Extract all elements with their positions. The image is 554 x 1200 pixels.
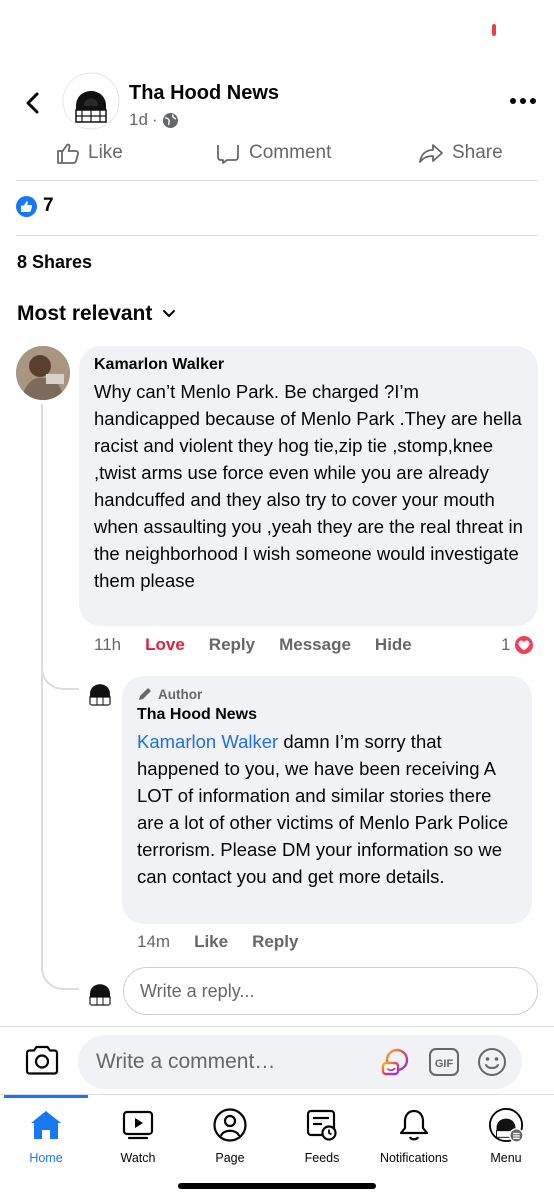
heart-icon [513,634,536,656]
menu-icon [488,1107,524,1143]
reaction-summary[interactable]: 7 [16,195,54,217]
post-header: Tha Hood News 1d · [0,70,554,140]
tab-label: Page [215,1151,245,1165]
camera-icon [25,1045,59,1075]
comment-label: Comment [249,142,332,163]
gif-icon[interactable]: GIF [428,1047,460,1077]
love-reaction-button[interactable]: Love [145,635,185,655]
reply-author[interactable]: Tha Hood News [137,706,517,724]
like-label: Like [88,142,123,163]
like-icon [57,143,80,164]
hooded-figure-logo [89,984,111,1006]
reply-actions: 14m Like Reply [137,932,322,952]
svg-text:GIF: GIF [435,1058,454,1070]
tab-watch[interactable]: Watch [92,1107,184,1165]
tab-label: Menu [490,1151,522,1165]
active-tab-indicator [4,1095,88,1098]
share-label: Share [452,142,503,163]
chevron-left-icon [26,92,39,114]
comment-button[interactable]: Comment [215,142,331,164]
tab-label: Feeds [304,1151,340,1165]
commenter-avatar[interactable] [16,346,70,400]
tab-menu[interactable]: Menu [460,1107,552,1165]
like-button[interactable]: Like [194,932,228,952]
divider [16,235,538,236]
tab-notifications[interactable]: Notifications [368,1107,460,1165]
share-count[interactable]: 8 Shares [17,252,92,273]
more-options-button[interactable] [508,90,538,112]
share-icon [419,144,443,163]
post-time: 1d [129,110,148,129]
watch-icon [120,1107,156,1143]
bell-icon [396,1107,432,1143]
comment-composer: Write a comment… GIF [0,1026,554,1094]
page-name[interactable]: Tha Hood News [129,82,279,105]
post-action-bar: Like Comment Share [0,140,554,180]
like-reaction-icon [16,195,37,217]
comment-actions: 11h Love Reply Message Hide [94,635,436,655]
meta-dot: · [151,110,158,129]
feeds-icon [304,1107,340,1143]
current-user-avatar [83,974,117,1008]
divider [16,180,538,181]
reply-body: damn I’m sorry that happened to you, we … [137,731,509,887]
emoji-icon[interactable] [476,1046,508,1078]
home-indicator[interactable] [178,1183,376,1189]
reaction-count: 7 [43,195,54,216]
comment-time[interactable]: 11h [94,635,121,655]
hooded-figure-logo [62,72,120,130]
camera-button[interactable] [24,1044,60,1076]
comment-reaction-count[interactable]: 1 [501,634,536,656]
tab-label: Notifications [379,1151,449,1165]
reply-time[interactable]: 14m [137,932,170,952]
status-indicator [492,24,496,36]
reply-bubble[interactable]: Author Tha Hood News Kamarlon Walker dam… [122,676,532,924]
globe-icon [162,112,178,128]
sort-label: Most relevant [17,302,153,325]
message-button[interactable]: Message [279,635,351,655]
comment-author[interactable]: Kamarlon Walker [94,356,523,374]
tab-page[interactable]: Page [184,1107,276,1165]
tab-home[interactable]: Home [0,1107,92,1165]
tab-label: Home [29,1151,63,1165]
page-icon [212,1107,248,1143]
like-button[interactable]: Like [56,142,123,164]
chevron-down-icon [163,310,176,318]
avatar-sticker-icon[interactable] [380,1046,412,1078]
reaction-number: 1 [501,635,511,654]
home-icon [28,1107,64,1143]
page-avatar[interactable] [62,72,120,130]
author-avatar[interactable] [83,674,117,708]
comment-bubble[interactable]: Kamarlon Walker Why can’t Menlo Park. Be… [79,346,538,626]
hide-button[interactable]: Hide [375,635,412,655]
reply-text: Kamarlon Walker damn I’m sorry that happ… [137,728,517,890]
composer-icons: GIF [380,1046,508,1078]
tab-label: Watch [120,1151,156,1165]
thread-connector [41,690,79,990]
reply-button[interactable]: Reply [209,635,255,655]
comment-placeholder: Write a comment… [96,1050,276,1073]
author-badge: Author [137,686,517,702]
back-button[interactable] [18,88,48,118]
comment-text: Why can’t Menlo Park. Be charged ?I’m ha… [94,381,523,591]
reply-input[interactable]: Write a reply... [123,967,538,1015]
comment-input[interactable]: Write a comment… GIF [78,1035,522,1089]
more-icon [510,98,536,104]
share-button[interactable]: Share [418,142,503,164]
thread-connector [41,650,79,690]
author-badge-label: Author [158,686,203,702]
comment-icon [217,144,239,164]
hooded-figure-logo [89,684,111,706]
tab-feeds[interactable]: Feeds [276,1107,368,1165]
reply-button[interactable]: Reply [252,932,298,952]
reply-placeholder: Write a reply... [140,980,255,1001]
pencil-icon [139,688,151,700]
comment-sort-dropdown[interactable]: Most relevant [17,302,176,326]
post-meta: 1d · [129,110,179,130]
mention-link[interactable]: Kamarlon Walker [137,731,278,752]
